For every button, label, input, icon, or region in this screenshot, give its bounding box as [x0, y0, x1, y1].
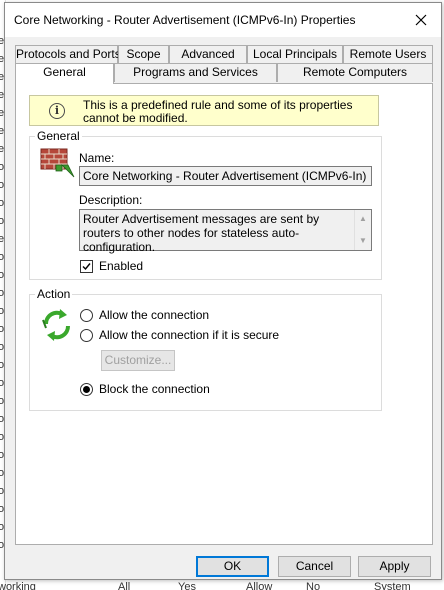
title-bar[interactable]: Core Networking - Router Advertisement (… — [5, 3, 441, 37]
background-cell: No — [306, 581, 321, 590]
block-connection-label: Block the connection — [99, 382, 210, 396]
dialog-title: Core Networking - Router Advertisement (… — [14, 13, 356, 27]
tab-scope[interactable]: Scope — [118, 45, 169, 64]
allow-if-secure-label: Allow the connection if it is secure — [99, 328, 280, 342]
customize-button[interactable]: Customize... — [101, 350, 175, 371]
description-label: Description: — [79, 193, 143, 207]
background-cell: Yes — [178, 581, 196, 590]
block-connection-radio[interactable] — [80, 383, 93, 396]
background-cell: All — [118, 581, 131, 590]
general-group-label: General — [35, 129, 82, 143]
scroll-up-icon[interactable]: ▲ — [359, 212, 367, 226]
allow-connection-label: Allow the connection — [99, 308, 210, 322]
tab-protocols-and-ports[interactable]: Protocols and Ports — [15, 45, 121, 64]
scroll-down-icon[interactable]: ▼ — [359, 234, 367, 248]
properties-dialog: Core Networking - Router Advertisement (… — [4, 2, 442, 580]
ok-button[interactable]: OK — [196, 556, 269, 577]
info-message: This is a predefined rule and some of it… — [83, 98, 353, 125]
tab-general[interactable]: General — [15, 63, 114, 84]
name-label: Name: — [79, 151, 115, 165]
name-field[interactable]: Core Networking - Router Advertisement (… — [79, 166, 372, 186]
action-group: Action Allow the connection Allow the co… — [29, 287, 382, 411]
firewall-rule-icon — [40, 148, 75, 178]
enabled-checkbox[interactable] — [80, 260, 93, 273]
description-field[interactable]: Router Advertisement messages are sent b… — [79, 209, 372, 254]
apply-button[interactable]: Apply — [358, 556, 431, 577]
allow-connection-radio[interactable] — [80, 309, 93, 322]
description-text: Router Advertisement messages are sent b… — [83, 212, 320, 254]
background-list-row: working All Yes Allow No System — [0, 580, 444, 590]
close-button[interactable] — [401, 3, 441, 37]
general-group: General Name: Core Networking - Router A… — [29, 129, 382, 280]
close-icon — [415, 14, 427, 26]
tab-advanced[interactable]: Advanced — [169, 45, 247, 64]
background-cell: Allow — [246, 581, 273, 590]
tab-programs-and-services[interactable]: Programs and Services — [114, 63, 277, 82]
background-cell: System — [374, 581, 411, 590]
tab-remote-computers[interactable]: Remote Computers — [277, 63, 433, 82]
check-icon — [82, 263, 91, 271]
tab-remote-users[interactable]: Remote Users — [343, 45, 433, 64]
action-arrows-icon — [42, 309, 71, 341]
info-icon: i — [49, 103, 65, 119]
cancel-button[interactable]: Cancel — [278, 556, 351, 577]
info-banner: i This is a predefined rule and some of … — [29, 95, 379, 126]
enabled-label: Enabled — [99, 259, 144, 273]
background-cell: working — [0, 581, 36, 590]
action-group-label: Action — [35, 287, 73, 301]
allow-if-secure-radio[interactable] — [80, 329, 93, 342]
tab-local-principals[interactable]: Local Principals — [247, 45, 343, 64]
general-tab-panel: i This is a predefined rule and some of … — [15, 83, 433, 545]
description-scrollbar[interactable]: ▲ ▼ — [354, 210, 371, 250]
